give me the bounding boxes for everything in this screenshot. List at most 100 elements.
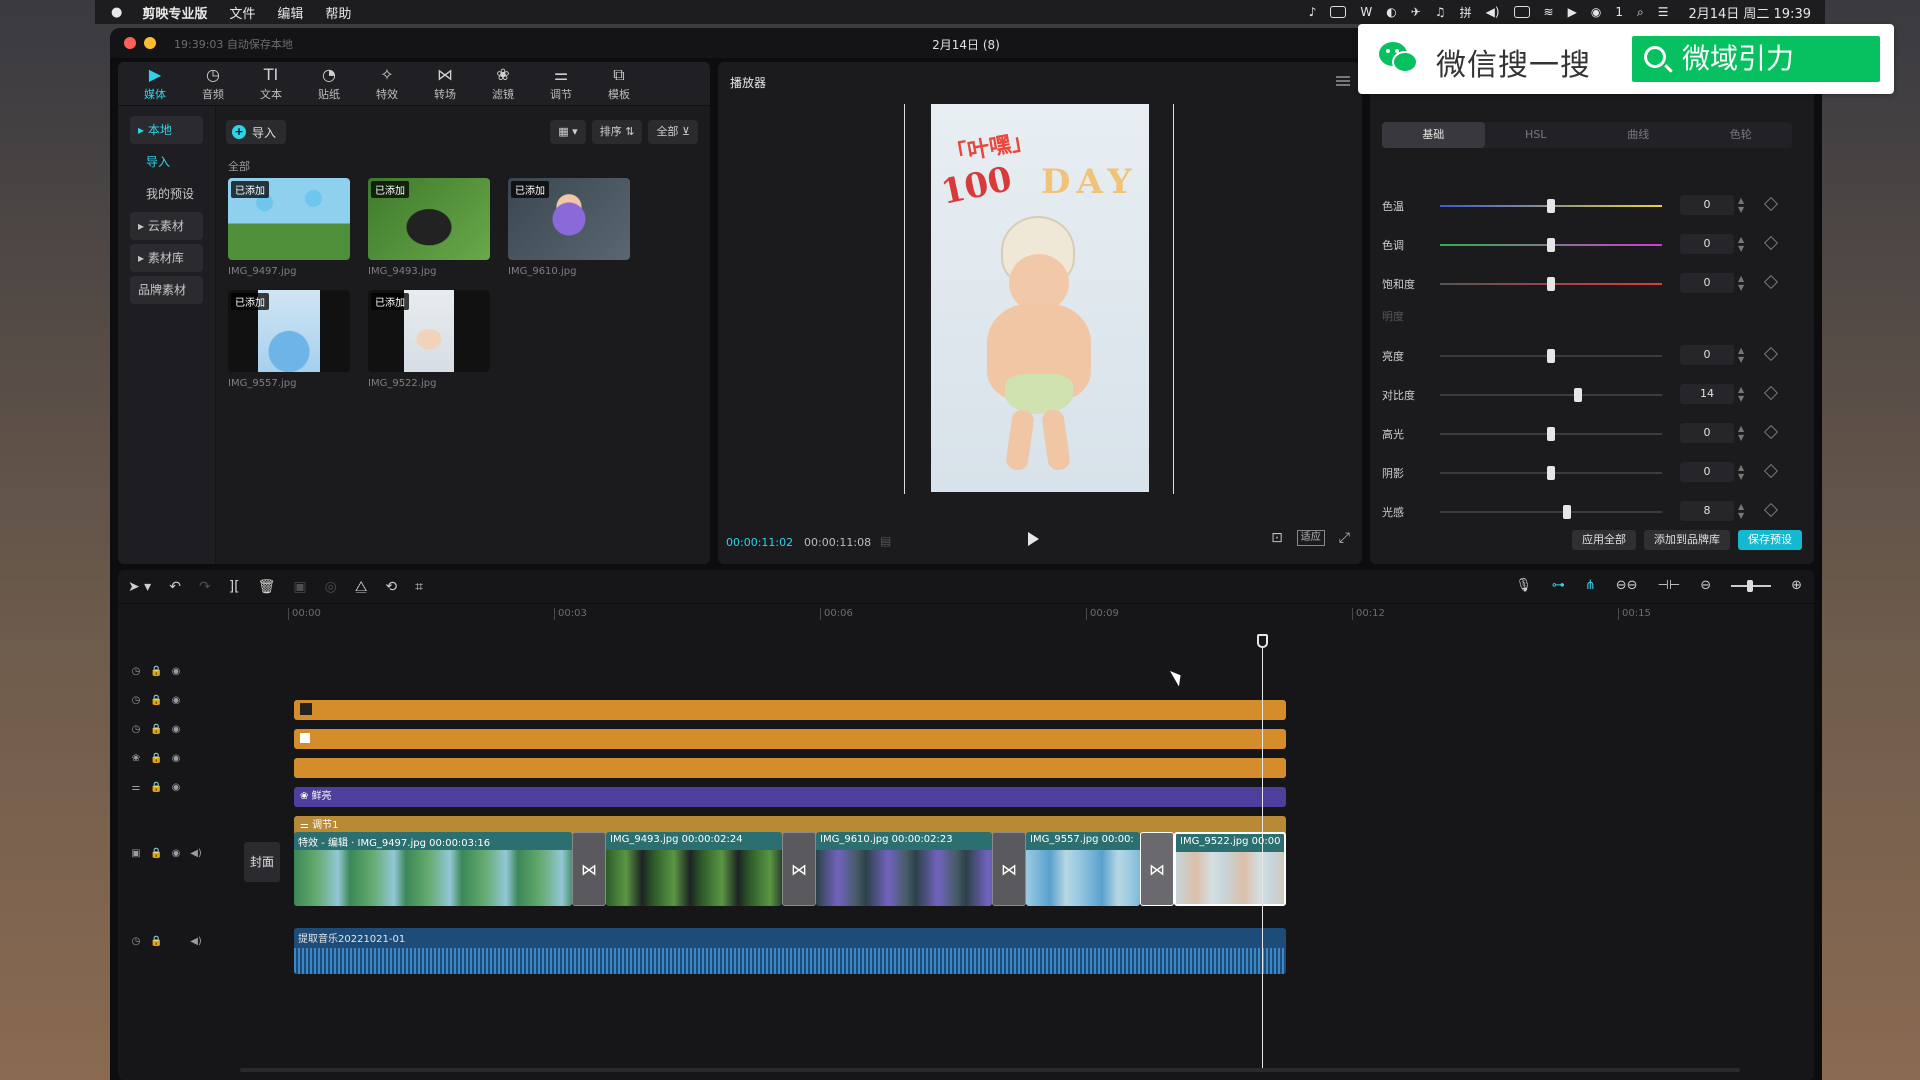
shadows-knob[interactable] bbox=[1547, 466, 1555, 480]
tab-color-wheel[interactable]: 色轮 bbox=[1690, 122, 1793, 148]
effect-clip[interactable] bbox=[294, 700, 1286, 720]
keyframe-icon[interactable] bbox=[1763, 196, 1779, 212]
keyframe-icon[interactable] bbox=[1763, 502, 1779, 518]
video-clip[interactable]: IMG_9610.jpg 00:00:02:23 bbox=[816, 832, 992, 906]
timeline-scrollbar[interactable] bbox=[240, 1068, 1740, 1072]
video-track-icon[interactable]: ▣ bbox=[130, 848, 142, 859]
stepper-icon[interactable]: ▲ ▼ bbox=[1738, 463, 1744, 481]
cover-button[interactable]: 封面 bbox=[244, 842, 280, 882]
tiktok-icon[interactable]: ♪ bbox=[1309, 5, 1317, 19]
lock-icon[interactable]: 🔒 bbox=[150, 782, 162, 793]
audio-clip[interactable]: 提取音乐20221021-01 bbox=[294, 928, 1286, 974]
stepper-icon[interactable]: ▲ ▼ bbox=[1738, 274, 1744, 292]
filter-clip[interactable]: ❀ 鲜亮 bbox=[294, 787, 1286, 807]
adjust-track-icon[interactable]: ⚌ bbox=[130, 782, 142, 793]
save-preset-button[interactable]: 保存预设 bbox=[1738, 530, 1802, 550]
effect-clip[interactable] bbox=[294, 758, 1286, 778]
contrast-value[interactable]: 14 bbox=[1680, 384, 1734, 404]
keyframe-icon[interactable] bbox=[1763, 235, 1779, 251]
tab-audio[interactable]: ◷ 音频 bbox=[184, 62, 242, 106]
shadows-value[interactable]: 0 bbox=[1680, 462, 1734, 482]
fullscreen-icon[interactable]: ⤢ bbox=[1339, 530, 1350, 546]
zoom-slider[interactable] bbox=[1731, 579, 1772, 592]
bell-icon[interactable]: ♫ bbox=[1435, 5, 1446, 19]
media-item[interactable]: 已添加 IMG_9493.jpg bbox=[368, 178, 490, 280]
highlights-knob[interactable] bbox=[1547, 427, 1555, 441]
tab-effects[interactable]: ✧ 特效 bbox=[358, 62, 416, 106]
eye-icon[interactable]: ◉ bbox=[170, 724, 182, 735]
add-to-brand-button[interactable]: 添加到品牌库 bbox=[1644, 530, 1730, 550]
brightness-value[interactable]: 0 bbox=[1680, 345, 1734, 365]
wechat-status-icon[interactable]: ◉ bbox=[1591, 5, 1601, 19]
volume-icon[interactable]: ◀) bbox=[1486, 5, 1500, 19]
zoom-in-icon[interactable]: ⊕ bbox=[1791, 578, 1802, 593]
tab-basic[interactable]: 基础 bbox=[1382, 122, 1485, 148]
play-status-icon[interactable]: ▶ bbox=[1568, 5, 1577, 19]
media-item[interactable]: 已添加 IMG_9522.jpg bbox=[368, 290, 490, 392]
link-icon[interactable]: ⊖⊖ bbox=[1616, 578, 1638, 593]
stepper-icon[interactable]: ▲ ▼ bbox=[1738, 385, 1744, 403]
search-icon[interactable]: ⌕ bbox=[1637, 5, 1644, 20]
freeze-icon[interactable]: ▣ bbox=[293, 579, 306, 595]
lock-icon[interactable]: 🔒 bbox=[150, 724, 162, 735]
video-preview[interactable]: 「叶嘿」 100 DAY bbox=[904, 104, 1174, 494]
pin-icon[interactable]: ✈ bbox=[1411, 5, 1421, 19]
contrast-track[interactable] bbox=[1440, 394, 1662, 396]
lock-icon[interactable]: 🔒 bbox=[150, 666, 162, 677]
playhead-line[interactable] bbox=[1262, 638, 1263, 1070]
sidebar-item-local[interactable]: ▸ 本地 bbox=[130, 116, 203, 144]
lock-icon[interactable]: 🔒 bbox=[150, 753, 162, 764]
tint-value[interactable]: 0 bbox=[1680, 234, 1734, 254]
lock-icon[interactable]: 🔒 bbox=[150, 848, 162, 859]
crop-icon[interactable]: ⌗ bbox=[415, 579, 423, 595]
mirror-icon[interactable]: ⧋ bbox=[355, 579, 368, 595]
main-track-magnet-icon[interactable]: ⊶ bbox=[1552, 578, 1565, 593]
menu-file[interactable]: 文件 bbox=[229, 3, 255, 22]
clock-icon[interactable]: ◷ bbox=[130, 695, 142, 706]
stepper-icon[interactable]: ▲ ▼ bbox=[1738, 196, 1744, 214]
sort-button[interactable]: 排序 ⇅ bbox=[591, 120, 643, 144]
screen-record-icon[interactable] bbox=[1330, 6, 1347, 18]
video-clip[interactable]: IMG_9493.jpg 00:00:02:24 bbox=[606, 832, 782, 906]
transition-marker[interactable]: ⋈ bbox=[992, 832, 1026, 906]
keyframe-icon[interactable] bbox=[1763, 463, 1779, 479]
tab-text[interactable]: TI 文本 bbox=[242, 62, 300, 106]
lock-icon[interactable]: 🔒 bbox=[150, 695, 162, 706]
zoom-out-icon[interactable]: ⊖ bbox=[1700, 578, 1711, 593]
apple-icon[interactable]: ● bbox=[111, 5, 122, 20]
tab-sticker[interactable]: ◔ 贴纸 bbox=[300, 62, 358, 106]
clock-icon[interactable]: ◷ bbox=[130, 666, 142, 677]
eye-icon[interactable]: ◉ bbox=[170, 666, 182, 677]
stepper-icon[interactable]: ▲ ▼ bbox=[1738, 502, 1744, 520]
filter-button[interactable]: 全部 ⊻ bbox=[648, 120, 698, 144]
select-tool-icon[interactable]: ➤ ▾ bbox=[128, 579, 151, 595]
keyframe-icon[interactable] bbox=[1763, 346, 1779, 362]
fit-ratio-button[interactable]: 适应 bbox=[1296, 530, 1325, 546]
control-center-icon[interactable]: ☰ bbox=[1658, 5, 1669, 19]
sidebar-item-import[interactable]: 导入 bbox=[130, 148, 203, 176]
light-track[interactable] bbox=[1440, 511, 1662, 513]
redo-icon[interactable]: ↷ bbox=[199, 579, 211, 595]
video-clip-selected[interactable]: IMG_9522.jpg 00:00 bbox=[1174, 832, 1286, 906]
eye-icon[interactable]: ◉ bbox=[170, 782, 182, 793]
temperature-knob[interactable] bbox=[1547, 199, 1555, 213]
auto-snap-icon[interactable]: ⋔ bbox=[1585, 578, 1596, 593]
preview-axis-icon[interactable]: ⊣⊢ bbox=[1658, 578, 1681, 593]
eye-icon[interactable]: ◉ bbox=[170, 753, 182, 764]
highlights-value[interactable]: 0 bbox=[1680, 423, 1734, 443]
temperature-value[interactable]: 0 bbox=[1680, 195, 1734, 215]
media-item[interactable]: 已添加 IMG_9610.jpg bbox=[508, 178, 630, 280]
tab-media[interactable]: ▶ 媒体 bbox=[126, 62, 184, 106]
playhead-handle[interactable] bbox=[1257, 634, 1268, 648]
keyframe-icon[interactable] bbox=[1763, 274, 1779, 290]
tab-transition[interactable]: ⋈ 转场 bbox=[416, 62, 474, 106]
saturation-knob[interactable] bbox=[1547, 277, 1555, 291]
apply-all-button[interactable]: 应用全部 bbox=[1572, 530, 1636, 550]
tab-filter[interactable]: ❀ 滤镜 bbox=[474, 62, 532, 106]
clock[interactable]: 2月14日 周二 19:39 bbox=[1688, 3, 1811, 22]
video-clip[interactable]: 特效 - 编辑 · IMG_9497.jpg 00:00:03:16 bbox=[294, 832, 572, 906]
time-ruler[interactable]: 00:00 00:03 00:06 00:09 00:12 00:15 bbox=[288, 608, 1808, 628]
light-knob[interactable] bbox=[1562, 505, 1571, 519]
speaker-icon[interactable]: ◀) bbox=[190, 936, 202, 947]
media-item[interactable]: 已添加 IMG_9557.jpg bbox=[228, 290, 350, 392]
